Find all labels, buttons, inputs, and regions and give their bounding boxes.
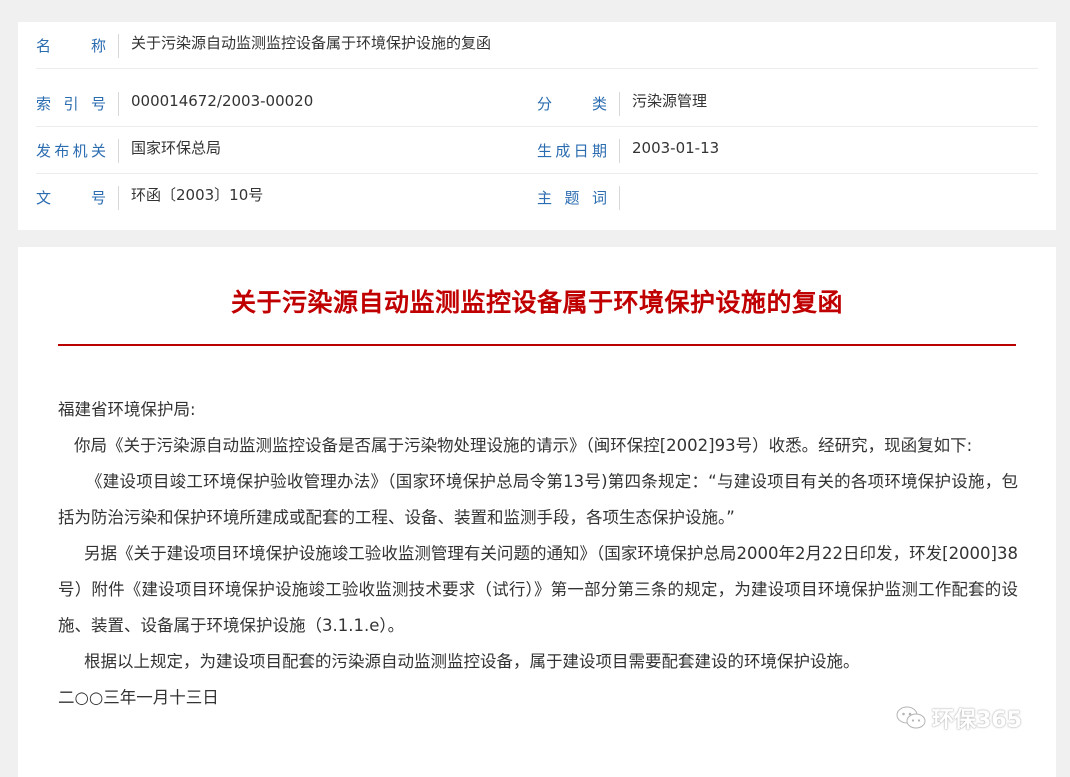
title-divider xyxy=(58,344,1016,346)
paragraph-2: 《建设项目竣工环境保护验收管理办法》（国家环境保护总局令第13号)第四条规定：“… xyxy=(58,472,1018,527)
meta-index-label: 索 引 号 xyxy=(36,95,106,113)
document-title: 关于污染源自动监测监控设备属于环境保护设施的复函 xyxy=(230,288,843,317)
meta-issuer-label: 发布机关 xyxy=(36,142,106,160)
meta-separator xyxy=(118,92,119,116)
meta-separator xyxy=(118,139,119,163)
meta-category-label: 分 类 xyxy=(537,95,607,113)
meta-separator xyxy=(619,186,620,210)
meta-date: 生成日期 2003-01-13 xyxy=(537,127,1037,173)
meta-name: 名 称 关于污染源自动监测监控设备属于环境保护设施的复函 xyxy=(36,22,1038,68)
paragraph-4: 根据以上规定，为建设项目配套的污染源自动监测监控设备，属于建设项目需要配套建设的… xyxy=(84,652,860,671)
meta-issuer: 发布机关 国家环保总局 xyxy=(36,127,536,173)
meta-row-docno: 文 号 环函〔2003〕10号 主 题 词 xyxy=(36,174,1038,220)
meta-docno: 文 号 环函〔2003〕10号 xyxy=(36,174,536,220)
document-body-panel: 关于污染源自动监测监控设备属于环境保护设施的复函 福建省环境保护局: 你局《关于… xyxy=(18,247,1056,777)
meta-name-label: 名 称 xyxy=(36,37,106,55)
meta-category: 分 类 污染源管理 xyxy=(537,80,1037,126)
meta-docno-label: 文 号 xyxy=(36,189,106,207)
meta-row-issuer: 发布机关 国家环保总局 生成日期 2003-01-13 xyxy=(36,127,1038,174)
meta-index-value: 000014672/2003-00020 xyxy=(131,92,314,110)
meta-separator xyxy=(619,92,620,116)
meta-row-index: 索 引 号 000014672/2003-00020 分 类 污染源管理 xyxy=(36,80,1038,127)
document-text: 福建省环境保护局: 你局《关于污染源自动监测监控设备是否属于污染物处理设施的请示… xyxy=(58,392,1018,716)
meta-separator xyxy=(619,139,620,163)
meta-index: 索 引 号 000014672/2003-00020 xyxy=(36,80,536,126)
document-date: 二○○三年一月十三日 xyxy=(58,688,219,707)
wechat-icon xyxy=(896,706,926,729)
watermark: 环保365 xyxy=(896,702,1046,734)
meta-separator xyxy=(118,186,119,210)
meta-name-value: 关于污染源自动监测监控设备属于环境保护设施的复函 xyxy=(131,34,492,52)
meta-category-value: 污染源管理 xyxy=(632,92,708,110)
watermark-text: 环保365 xyxy=(932,708,1022,733)
meta-issuer-value: 国家环保总局 xyxy=(131,139,222,157)
meta-date-label: 生成日期 xyxy=(537,142,607,160)
meta-row-name: 名 称 关于污染源自动监测监控设备属于环境保护设施的复函 xyxy=(36,22,1038,69)
paragraph-1: 你局《关于污染源自动监测监控设备是否属于污染物处理设施的请示》（闽环保控[200… xyxy=(74,436,973,455)
meta-subject: 主 题 词 xyxy=(537,174,1037,220)
meta-subject-label: 主 题 词 xyxy=(537,189,607,207)
salutation: 福建省环境保护局: xyxy=(58,400,196,419)
meta-docno-value: 环函〔2003〕10号 xyxy=(131,186,264,204)
meta-date-value: 2003-01-13 xyxy=(632,139,720,157)
paragraph-3: 另据《关于建设项目环境保护设施竣工验收监测管理有关问题的通知》（国家环境保护总局… xyxy=(58,544,1018,635)
document-metadata-panel: 名 称 关于污染源自动监测监控设备属于环境保护设施的复函 索 引 号 00001… xyxy=(18,22,1056,230)
meta-separator xyxy=(118,34,119,58)
